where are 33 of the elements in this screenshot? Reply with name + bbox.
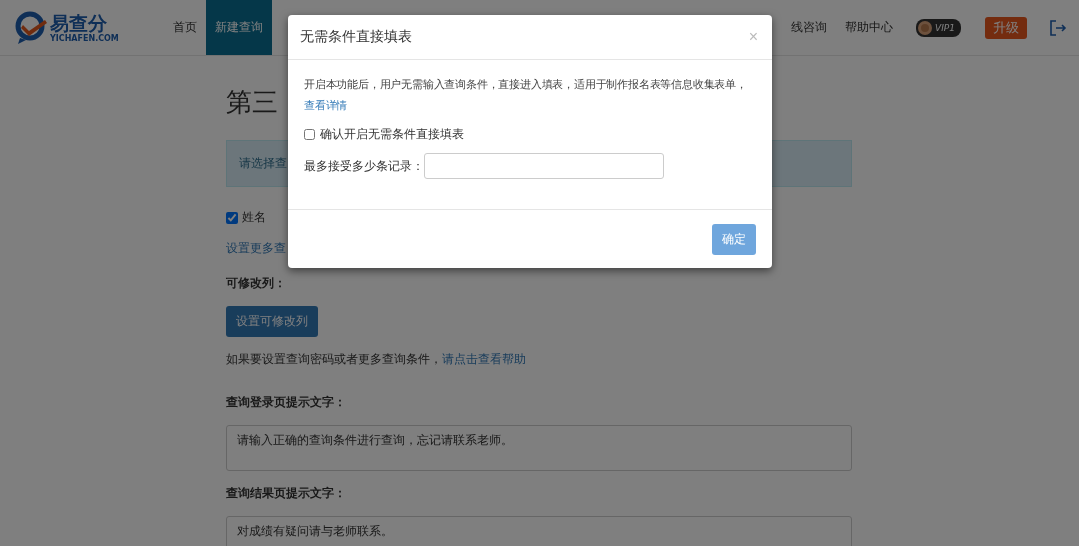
logo-name: 易查分	[50, 12, 108, 34]
logo-icon	[14, 10, 48, 45]
field-label: 最多接受多少条记录：	[304, 157, 424, 175]
section-label: 查询登录页提示文字：	[226, 394, 347, 411]
checkbox[interactable]	[304, 129, 315, 140]
close-button[interactable]: ×	[748, 28, 758, 46]
nav-item[interactable]: 帮助中心	[836, 0, 903, 55]
settings-link[interactable]: 设置更多查	[226, 240, 286, 257]
medal-icon	[917, 19, 934, 36]
nav-item[interactable]: 线咨询	[782, 0, 837, 55]
section-label: 查询结果页提示文字：	[226, 485, 347, 502]
details-link[interactable]: 查看详情	[304, 98, 348, 112]
logout-icon[interactable]	[1049, 18, 1067, 37]
help-text: 如果要设置查询密码或者更多查询条件，请点击查看帮助	[226, 351, 527, 368]
confirm-button[interactable]: 确定	[712, 223, 756, 255]
editable-columns-button[interactable]: 设置可修改列	[226, 306, 318, 337]
upgrade-button[interactable]: 升级	[985, 16, 1027, 39]
dialog-title: 无需条件直接填表	[300, 28, 412, 46]
alert-text: 请选择查	[239, 156, 287, 170]
input-field[interactable]	[424, 153, 664, 179]
dialog-description: 开启本功能后，用户无需输入查询条件，直接进入填表，适用于制作报名表等信息收集表单， 查看详情	[304, 76, 748, 114]
vip-badge: VIP1	[916, 18, 961, 37]
checkbox-label: 确认开启无需条件直接填表	[320, 126, 464, 143]
logo-domain: YICHAFEN.COM	[50, 34, 119, 43]
checkbox[interactable]	[226, 211, 238, 224]
section-label: 可修改列：	[226, 275, 287, 292]
help-link[interactable]: 请点击查看帮助	[442, 352, 526, 366]
step-title: 第三	[226, 86, 278, 118]
text-area[interactable]: 对成绩有疑问请与老师联系。	[226, 516, 852, 546]
nav-item[interactable]: 新建查询	[206, 0, 272, 55]
nav-item[interactable]: 首页	[164, 0, 206, 55]
text-area[interactable]: 请输入正确的查询条件进行查询，忘记请联系老师。	[226, 425, 852, 471]
checkbox-label: 姓名	[242, 209, 266, 226]
